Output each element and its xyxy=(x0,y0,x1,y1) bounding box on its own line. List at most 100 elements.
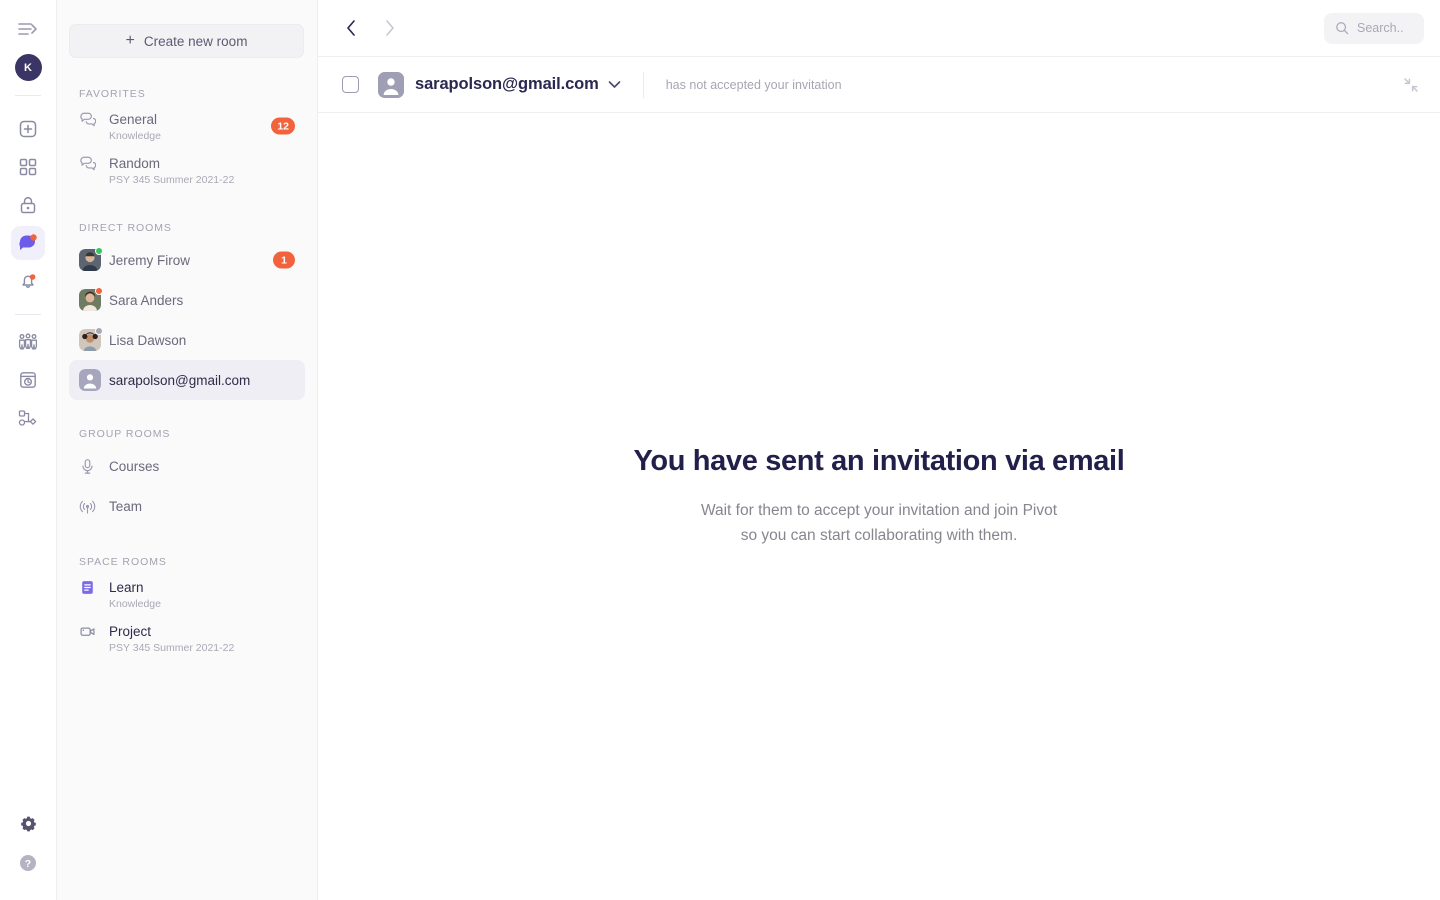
avatar xyxy=(79,247,103,271)
room-item-random[interactable]: Random PSY 345 Summer 2021-22 xyxy=(69,150,305,194)
room-text: sarapolson@gmail.com xyxy=(109,372,250,389)
conversation-avatar xyxy=(378,71,404,98)
unread-badge: 12 xyxy=(271,117,295,135)
gear-icon[interactable] xyxy=(11,806,45,840)
lock-icon[interactable] xyxy=(11,188,45,222)
space-rooms-list: Learn Knowledge Project PSY 345 Summer 2… xyxy=(69,574,305,662)
empty-state-description: Wait for them to accept your invitation … xyxy=(701,498,1057,548)
room-title: Jeremy Firow xyxy=(109,252,191,268)
rail-divider-top xyxy=(15,95,41,96)
room-text: Courses xyxy=(109,458,159,475)
room-title: Lisa Dawson xyxy=(109,332,187,348)
clock-window-icon[interactable] xyxy=(11,363,45,397)
avatar-initial: K xyxy=(24,61,32,74)
video-camera-icon xyxy=(79,623,101,640)
plus-icon: + xyxy=(125,32,135,49)
room-title: Random xyxy=(109,156,161,171)
room-item-learn[interactable]: Learn Knowledge xyxy=(69,574,305,618)
bell-icon[interactable] xyxy=(11,264,45,298)
room-item-jeremy-firow[interactable]: Jeremy Firow 1 xyxy=(69,240,305,280)
room-subtitle: Knowledge xyxy=(109,130,161,142)
room-item-project[interactable]: Project PSY 345 Summer 2021-22 xyxy=(69,618,305,662)
collapse-arrows-icon[interactable] xyxy=(1400,74,1422,96)
room-text: Team xyxy=(109,498,142,515)
search-icon xyxy=(1336,22,1349,35)
room-item-sarapolson[interactable]: sarapolson@gmail.com xyxy=(69,360,305,400)
section-label-favorites: FAVORITES xyxy=(79,88,146,100)
room-text: Lisa Dawson xyxy=(109,332,186,349)
room-text: Random PSY 345 Summer 2021-22 xyxy=(109,155,234,188)
grid-icon[interactable] xyxy=(11,150,45,184)
empty-state-line-1: Wait for them to accept your invitation … xyxy=(700,502,1058,519)
room-item-courses[interactable]: Courses xyxy=(69,446,305,486)
create-new-room-label: Create new room xyxy=(143,33,248,49)
section-label-group-rooms: GROUP ROOMS xyxy=(79,428,171,440)
room-subtitle: PSY 345 Summer 2021-22 xyxy=(109,642,235,654)
sidebar: + Create new room FAVORITES General Know… xyxy=(57,0,318,900)
chat-bubbles-icon xyxy=(79,155,101,172)
help-circle-icon[interactable]: ? xyxy=(11,846,45,880)
user-placeholder-avatar xyxy=(378,71,404,98)
chat-bubble-icon[interactable] xyxy=(11,226,45,260)
room-subtitle: Knowledge xyxy=(109,598,161,610)
back-button[interactable] xyxy=(340,17,362,39)
chevron-down-icon[interactable] xyxy=(608,80,621,89)
microphone-icon xyxy=(79,458,101,475)
status-dot-away xyxy=(95,327,103,335)
document-list-icon xyxy=(79,579,101,596)
forward-button[interactable] xyxy=(378,17,400,39)
search-input[interactable]: Search.. xyxy=(1324,12,1424,44)
rail-primary-icons xyxy=(0,110,56,300)
room-text: Sara Anders xyxy=(109,292,183,309)
icon-rail: K ? xyxy=(0,0,57,900)
room-title: General xyxy=(109,112,158,127)
unread-badge: 1 xyxy=(273,251,295,269)
room-item-team[interactable]: Team xyxy=(69,486,305,526)
chat-bubbles-icon xyxy=(79,111,101,128)
section-label-direct-rooms: DIRECT ROOMS xyxy=(79,222,172,234)
section-label-space-rooms: SPACE ROOMS xyxy=(79,556,167,568)
room-title: Sara Anders xyxy=(109,292,184,308)
room-text: Project PSY 345 Summer 2021-22 xyxy=(109,623,234,656)
chevron-right-icon xyxy=(385,20,394,36)
room-title: sarapolson@gmail.com xyxy=(109,372,251,388)
favorites-list: General Knowledge 12 Random PSY 345 Summ… xyxy=(69,106,305,194)
app-root: K ? + Create new room FAVORITES General … xyxy=(0,0,1440,900)
user-avatar[interactable]: K xyxy=(14,54,42,81)
conversation-title[interactable]: sarapolson@gmail.com xyxy=(415,75,599,94)
create-new-room-button[interactable]: + Create new room xyxy=(69,24,304,58)
direct-rooms-list: Jeremy Firow 1 Sara Anders Lisa Dawson s… xyxy=(69,240,305,400)
rounded-square-icon[interactable] xyxy=(342,76,359,93)
conversation-header: sarapolson@gmail.com has not accepted yo… xyxy=(318,57,1440,113)
room-text: Jeremy Firow xyxy=(109,252,190,269)
menu-expand-icon[interactable] xyxy=(14,18,42,40)
people-group-icon[interactable] xyxy=(11,325,45,359)
svg-text:?: ? xyxy=(25,858,31,870)
room-text: Learn Knowledge xyxy=(109,579,161,612)
room-text: General Knowledge xyxy=(109,111,161,144)
empty-state: You have sent an invitation via email Wa… xyxy=(318,113,1440,900)
header-divider xyxy=(642,71,644,98)
room-title: Project xyxy=(109,624,152,639)
status-dot-online xyxy=(95,247,103,255)
rail-divider-mid xyxy=(15,314,41,315)
room-title: Learn xyxy=(109,580,144,595)
broadcast-icon xyxy=(79,498,101,515)
room-title: Courses xyxy=(109,458,160,474)
empty-state-line-2: so you can start collaborating with them… xyxy=(740,527,1018,544)
nav-arrows xyxy=(340,17,400,39)
chevron-left-icon xyxy=(346,20,355,36)
group-rooms-list: Courses Team xyxy=(69,446,305,526)
search-placeholder: Search.. xyxy=(1357,21,1404,35)
empty-state-title: You have sent an invitation via email xyxy=(633,445,1125,477)
avatar xyxy=(79,287,103,311)
plus-square-icon[interactable] xyxy=(11,112,45,146)
workflow-nodes-icon[interactable] xyxy=(11,401,45,435)
invitation-status-text: has not accepted your invitation xyxy=(665,77,842,92)
rail-secondary-icons xyxy=(0,323,56,437)
user-placeholder-avatar xyxy=(79,369,101,391)
room-item-general[interactable]: General Knowledge 12 xyxy=(69,106,305,150)
room-title: Team xyxy=(109,498,143,514)
room-item-sara-anders[interactable]: Sara Anders xyxy=(69,280,305,320)
room-item-lisa-dawson[interactable]: Lisa Dawson xyxy=(69,320,305,360)
